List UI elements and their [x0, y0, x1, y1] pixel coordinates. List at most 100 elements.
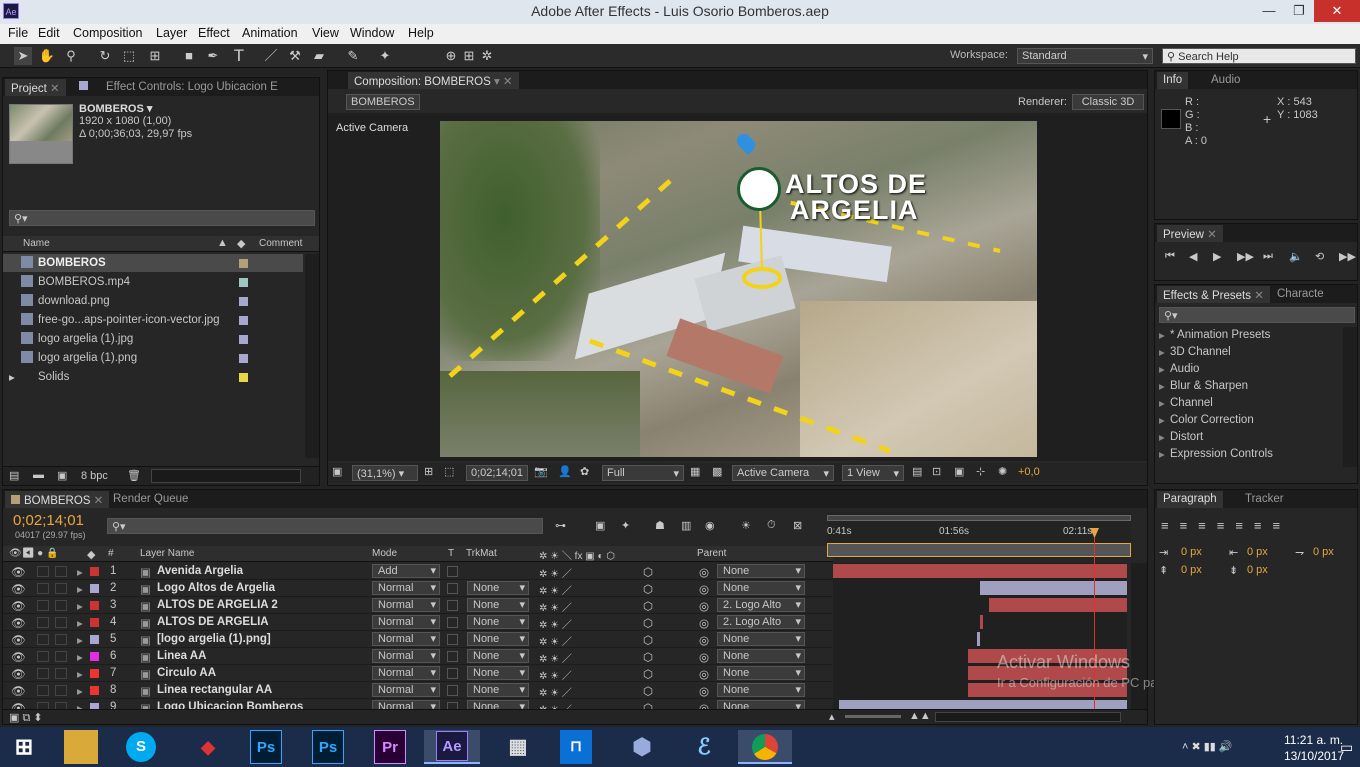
search-help-input[interactable]: ⚲ Search Help	[1162, 48, 1356, 64]
timeline-current-time[interactable]: 0;02;14;01	[13, 512, 84, 529]
tab-preview[interactable]: Preview ✕	[1157, 225, 1223, 242]
3d-layer-icon[interactable]: ⬡	[643, 684, 653, 698]
effect-category[interactable]: ▸ 3D Channel	[1155, 344, 1341, 361]
3d-layer-icon[interactable]: ⬡	[643, 616, 653, 630]
graph-editor-icon[interactable]: ⊠	[793, 519, 802, 532]
tab-render-queue[interactable]: Render Queue	[107, 491, 194, 508]
pick-whip-icon[interactable]: ◎	[699, 667, 709, 681]
puppet-tool-icon[interactable]: ✦	[376, 47, 394, 65]
layer-switches-icon[interactable]: ✲ ☀ ／	[539, 633, 572, 648]
renderer-select[interactable]: Classic 3D	[1072, 94, 1144, 110]
layer-duration-bar[interactable]	[977, 632, 981, 646]
label-color-swatch[interactable]	[90, 686, 99, 695]
layer-duration-bar[interactable]	[980, 581, 1127, 595]
layer-name[interactable]: ALTOS DE ARGELIA	[157, 616, 269, 628]
menu-file[interactable]: File	[8, 26, 28, 40]
previous-frame-icon[interactable]: ◀	[1189, 250, 1197, 263]
trash-icon[interactable]: 🗑	[127, 469, 141, 482]
pan-behind-tool-icon[interactable]: ⊞	[146, 47, 164, 65]
play-icon[interactable]: ▶	[1213, 250, 1221, 263]
grid-icon[interactable]: ⊞	[424, 465, 433, 478]
layer-mode-select[interactable]: Normal ▾	[372, 581, 440, 595]
expand-arrow-icon[interactable]: ▸	[77, 582, 83, 596]
layer-mode-select[interactable]: Normal ▾	[372, 598, 440, 612]
expand-arrow-icon[interactable]: ▸	[1159, 328, 1165, 342]
preserve-transparency-checkbox[interactable]	[447, 702, 458, 709]
effect-category[interactable]: ▸ Audio	[1155, 361, 1341, 378]
timeline-link-icon[interactable]: ▣	[954, 465, 964, 478]
layer-trkmat-select[interactable]: None ▾	[467, 581, 529, 595]
frame-blending-icon[interactable]: ▥	[681, 519, 691, 532]
col-layer-name[interactable]: Layer Name	[140, 548, 194, 559]
exposure-reset-icon[interactable]: ✺	[998, 465, 1007, 478]
layer-switches-icon[interactable]: ✲ ☀ ／	[539, 650, 572, 665]
resolution-select[interactable]: Full ▾	[602, 465, 684, 481]
layer-duration-bar[interactable]	[838, 700, 1127, 709]
timeline-search-input[interactable]: ⚲▾	[107, 518, 543, 534]
solo-checkbox[interactable]	[37, 634, 49, 645]
snapshot-camera-icon[interactable]: 📷	[534, 465, 548, 478]
brainstorm-icon[interactable]: ☀	[741, 519, 751, 532]
eraser-tool-icon[interactable]: ▰	[310, 47, 328, 65]
pen-tool-icon[interactable]: ✒	[204, 47, 222, 65]
layer-parent-select[interactable]: None ▾	[717, 666, 805, 680]
auto-keyframe-icon[interactable]: ⏱	[767, 519, 776, 532]
pick-whip-icon[interactable]: ◎	[699, 616, 709, 630]
effects-scrollbar[interactable]	[1343, 327, 1357, 467]
3d-layer-icon[interactable]: ⬡	[643, 667, 653, 681]
camera-view-select[interactable]: Active Camera ▾	[732, 465, 834, 481]
layer-mode-select[interactable]: Normal ▾	[372, 615, 440, 629]
layer-mode-select[interactable]: Add ▾	[372, 564, 440, 578]
space-before-value[interactable]: 0 px	[1181, 564, 1202, 576]
menu-composition[interactable]: Composition	[73, 26, 142, 40]
lock-checkbox[interactable]	[55, 634, 67, 645]
zoom-slider[interactable]	[845, 715, 901, 718]
eye-icon[interactable]: 👁	[11, 599, 26, 613]
tab-tracker[interactable]: Tracker	[1239, 491, 1290, 508]
expand-arrow-icon[interactable]: ▸	[1159, 447, 1165, 461]
3d-layer-icon[interactable]: ⬡	[643, 582, 653, 596]
preserve-transparency-checkbox[interactable]	[447, 600, 458, 611]
view-layout-select[interactable]: 1 View ▾	[842, 465, 904, 481]
live-update-icon[interactable]: ▣	[595, 519, 605, 532]
layer-row[interactable]: 👁 ▸ 4 ▣ ALTOS DE ARGELIA Normal ▾ None ▾ ✲ ☀ ／ ⬡ ◎ 2…	[3, 614, 833, 631]
loop-icon[interactable]: ⟲	[1315, 250, 1324, 263]
layer-mode-select[interactable]: Normal ▾	[372, 649, 440, 663]
effect-category[interactable]: ▸ Channel	[1155, 395, 1341, 412]
menu-effect[interactable]: Effect	[198, 26, 230, 40]
layer-parent-select[interactable]: None ▾	[717, 564, 805, 578]
layer-mode-select[interactable]: Normal ▾	[372, 666, 440, 680]
roto-brush-tool-icon[interactable]: ✎	[344, 47, 362, 65]
layer-switches-icon[interactable]: ✲ ☀ ／	[539, 599, 572, 614]
magnification-select[interactable]: (31,1%) ▾	[352, 465, 418, 481]
label-color-swatch[interactable]	[90, 635, 99, 644]
preserve-transparency-checkbox[interactable]	[447, 651, 458, 662]
layer-switches-icon[interactable]: ✲ ☀ ／	[539, 582, 572, 597]
eye-icon[interactable]: 👁	[11, 701, 26, 709]
solo-checkbox[interactable]	[37, 685, 49, 696]
expand-arrow-icon[interactable]: ▸	[1159, 413, 1165, 427]
effect-category[interactable]: ▸ Blur & Sharpen	[1155, 378, 1341, 395]
project-item[interactable]: free-go...aps-pointer-icon-vector.jpg	[3, 311, 303, 329]
effects-search-input[interactable]: ⚲▾	[1159, 307, 1355, 323]
after-effects-taskbar-button[interactable]: Ae	[424, 730, 480, 764]
expand-arrow-icon[interactable]: ▸	[77, 667, 83, 681]
interpret-footage-icon[interactable]: ▤	[9, 469, 19, 482]
current-time-display[interactable]: 0;02;14;01	[466, 465, 528, 481]
eye-icon[interactable]: 👁	[11, 616, 26, 630]
zoom-tool-icon[interactable]: ⚲	[62, 47, 80, 65]
expand-arrow-icon[interactable]: ▸	[1159, 379, 1165, 393]
preserve-transparency-checkbox[interactable]	[447, 583, 458, 594]
solo-checkbox[interactable]	[37, 651, 49, 662]
tab-effects-presets[interactable]: Effects & Presets ✕	[1157, 286, 1270, 303]
sketchup-icon[interactable]: ◆	[188, 730, 228, 764]
preserve-transparency-checkbox[interactable]	[447, 566, 458, 577]
comp-viewer[interactable]: Active Camera ALTOS DE ARGELIA	[328, 113, 1147, 461]
layer-mode-select[interactable]: Normal ▾	[372, 700, 440, 709]
hand-tool-icon[interactable]: ✋	[38, 47, 56, 65]
layer-parent-select[interactable]: None ▾	[717, 683, 805, 697]
layer-trkmat-select[interactable]: None ▾	[467, 666, 529, 680]
solo-checkbox[interactable]	[37, 583, 49, 594]
pick-whip-icon[interactable]: ◎	[699, 633, 709, 647]
text-tool-icon[interactable]: T	[230, 47, 248, 65]
